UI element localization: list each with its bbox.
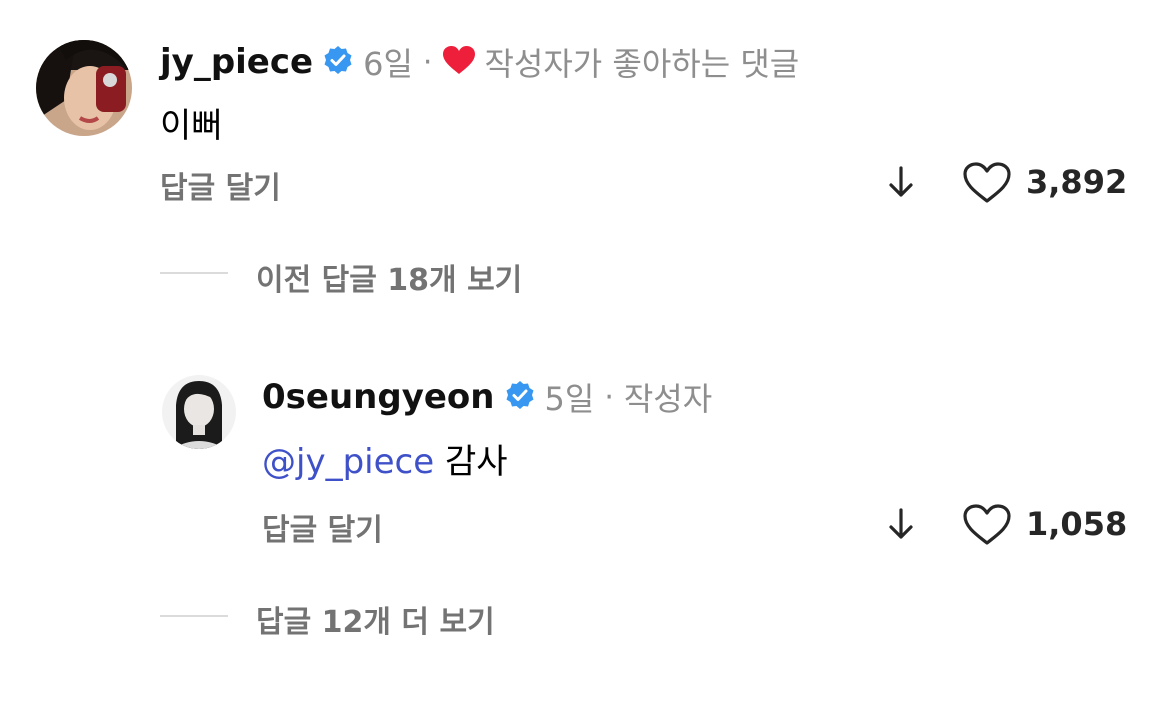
comment-time: 6일 <box>363 45 413 83</box>
comment-header: jy_piece 6일 · 작성자가 좋아하는 댓글 <box>160 38 799 86</box>
avatar-photo <box>162 375 236 449</box>
reply-button[interactable]: 답글 달기 <box>262 505 383 549</box>
translate-down-arrow-icon[interactable] <box>884 506 918 546</box>
like-heart-icon[interactable] <box>962 503 1012 551</box>
reply-text: @jy_piece 감사 <box>262 434 508 483</box>
creator-liked-heart-icon <box>442 45 476 79</box>
verified-badge-icon <box>323 45 353 79</box>
reply-like-count: 1,058 <box>1026 505 1128 543</box>
thread-line <box>160 272 228 274</box>
reply-header: 0seungyeon 5일 · 작성자 <box>262 373 712 421</box>
translate-down-arrow-icon[interactable] <box>884 164 918 204</box>
mention-link[interactable]: @jy_piece <box>262 442 434 482</box>
view-previous-replies-button[interactable]: 이전 답글 18개 보기 <box>256 255 522 299</box>
reply-username[interactable]: 0seungyeon <box>262 377 495 417</box>
avatar-photo <box>36 40 132 136</box>
comment-username[interactable]: jy_piece <box>160 42 313 82</box>
separator-dot: · <box>422 44 433 80</box>
view-more-replies-button[interactable]: 답글 12개 더 보기 <box>256 597 495 641</box>
verified-badge-icon <box>505 380 535 414</box>
avatar-0seungyeon[interactable] <box>162 375 236 449</box>
reply-time: 5일 <box>544 380 595 418</box>
reply-button[interactable]: 답글 달기 <box>160 163 281 207</box>
separator-dot: · <box>604 379 614 415</box>
reply-body: 감사 <box>444 442 508 482</box>
thread-line <box>160 615 228 617</box>
comment-like-count: 3,892 <box>1026 163 1128 201</box>
creator-liked-label: 작성자가 좋아하는 댓글 <box>484 45 800 83</box>
like-heart-icon[interactable] <box>962 161 1012 209</box>
avatar-jy-piece[interactable] <box>36 40 132 136</box>
author-label: 작성자 <box>623 380 713 418</box>
comment-text: 이뻐 <box>160 106 223 146</box>
